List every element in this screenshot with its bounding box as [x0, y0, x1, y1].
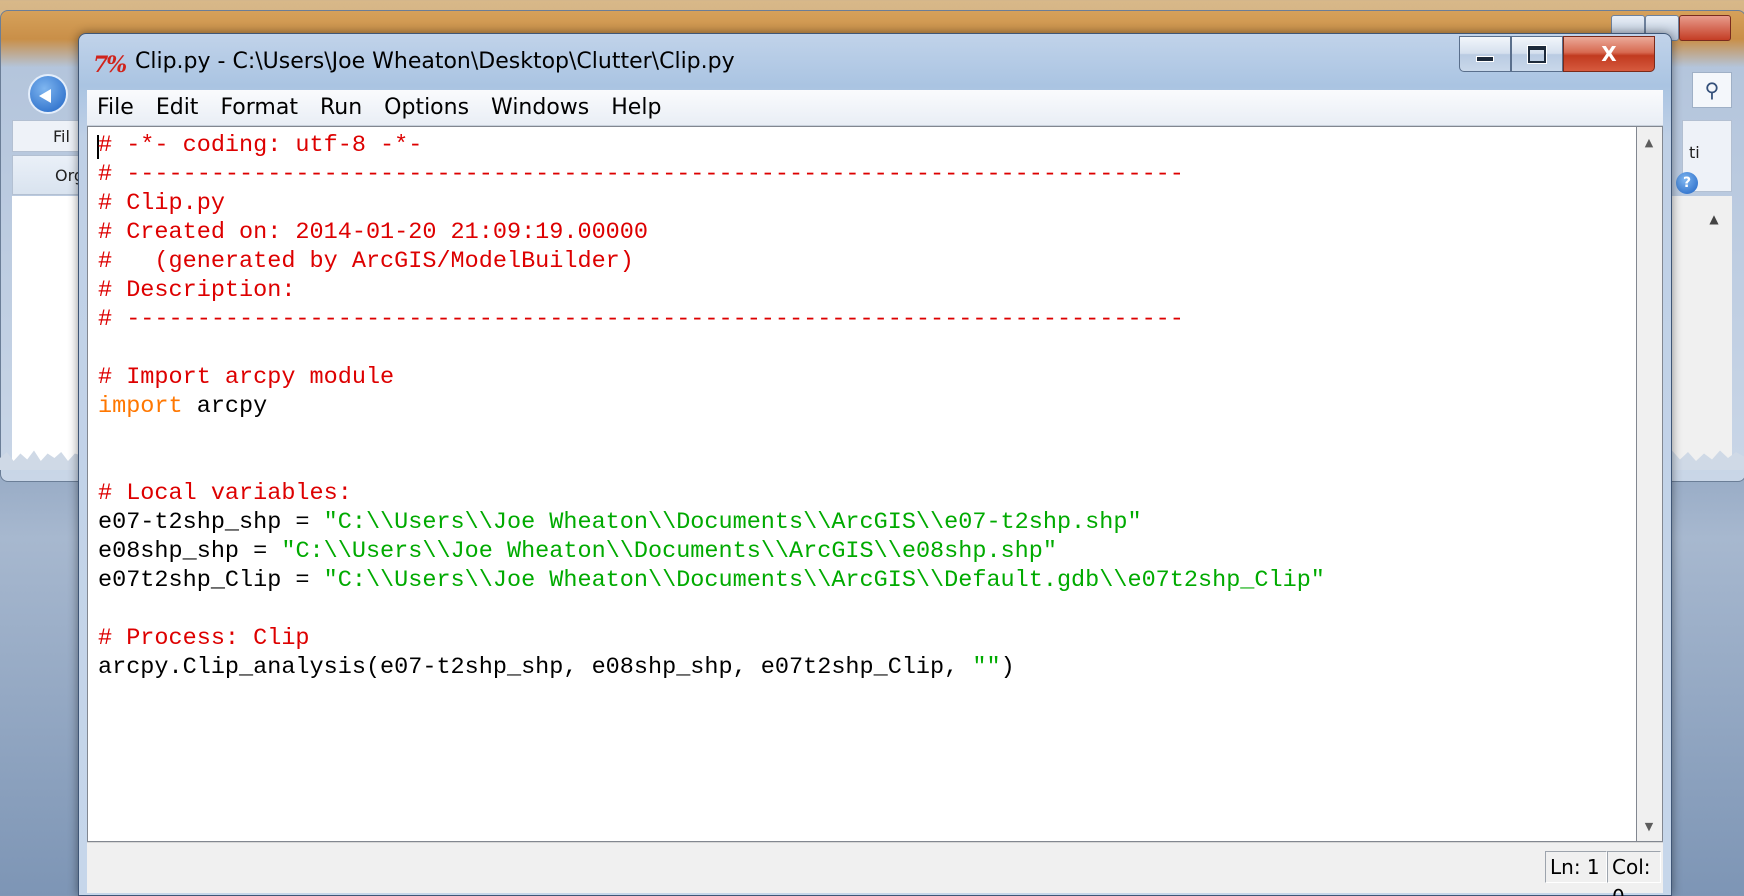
code-token-comment: # Description:: [98, 277, 296, 304]
code-token-string: "": [972, 654, 1001, 681]
minimize-button[interactable]: [1459, 36, 1511, 72]
menu-bar: File Edit Format Run Options Windows Hel…: [87, 90, 1663, 126]
code-token-plain: arcpy: [182, 393, 268, 420]
close-icon: X: [1601, 42, 1617, 66]
status-line-number: Ln: 1: [1545, 851, 1607, 883]
code-line[interactable]: [98, 450, 1325, 479]
code-line[interactable]: # -*- coding: utf-8 -*-: [98, 131, 1325, 160]
scroll-up-arrow-icon[interactable]: ▲: [1640, 131, 1658, 153]
code-token-plain: ): [1000, 654, 1015, 681]
menu-options[interactable]: Options: [384, 95, 469, 120]
code-token-string: "C:\\Users\\Joe Wheaton\\Documents\\ArcG…: [323, 567, 1325, 594]
maximize-icon: [1527, 44, 1547, 64]
code-token-string: "C:\\Users\\Joe Wheaton\\Documents\\ArcG…: [281, 538, 1057, 565]
background-help-icon[interactable]: ?: [1676, 172, 1698, 194]
code-line[interactable]: # Clip.py: [98, 189, 1325, 218]
code-token-keyword: import: [98, 393, 183, 420]
code-token-comment: # --------------------------------------…: [98, 306, 1184, 333]
code-token-comment: # --------------------------------------…: [98, 161, 1184, 188]
window-title: Clip.py - C:\Users\Joe Wheaton\Desktop\C…: [135, 49, 735, 74]
background-scroll-up-icon[interactable]: ▲: [1706, 212, 1722, 462]
background-right-pane: [1671, 196, 1732, 466]
code-line[interactable]: e07-t2shp_shp = "C:\\Users\\Joe Wheaton\…: [98, 508, 1325, 537]
idle-editor-window: 7% Clip.py - C:\Users\Joe Wheaton\Deskto…: [78, 33, 1672, 896]
code-editor[interactable]: # -*- coding: utf-8 -*- # ---------------…: [87, 126, 1637, 842]
code-line[interactable]: # --------------------------------------…: [98, 160, 1325, 189]
background-file-menu[interactable]: Fil: [12, 120, 82, 152]
status-column-number: Col: 0: [1607, 851, 1661, 896]
menu-format[interactable]: Format: [220, 95, 298, 120]
menu-file[interactable]: File: [97, 95, 134, 120]
menu-run[interactable]: Run: [320, 95, 362, 120]
menu-help[interactable]: Help: [611, 95, 661, 120]
menu-edit[interactable]: Edit: [156, 95, 199, 120]
code-line[interactable]: # Process: Clip: [98, 624, 1325, 653]
code-line[interactable]: [98, 334, 1325, 363]
code-token-comment: # Clip.py: [98, 190, 225, 217]
code-token-plain: e08shp_shp =: [98, 538, 282, 565]
code-token-comment: # Created on: 2014-01-20 21:09:19.00000: [98, 219, 648, 246]
code-line[interactable]: e07t2shp_Clip = "C:\\Users\\Joe Wheaton\…: [98, 566, 1325, 595]
code-line[interactable]: import arcpy: [98, 392, 1325, 421]
code-line[interactable]: [98, 595, 1325, 624]
code-line[interactable]: # Created on: 2014-01-20 21:09:19.00000: [98, 218, 1325, 247]
idle-tk-icon[interactable]: 7%: [93, 52, 127, 78]
code-line[interactable]: # (generated by ArcGIS/ModelBuilder): [98, 247, 1325, 276]
code-line[interactable]: arcpy.Clip_analysis(e07-t2shp_shp, e08sh…: [98, 653, 1325, 682]
title-bar[interactable]: 7% Clip.py - C:\Users\Joe Wheaton\Deskto…: [79, 34, 1671, 94]
code-token-plain: e07t2shp_Clip =: [98, 567, 324, 594]
maximize-button[interactable]: [1511, 36, 1563, 72]
code-line[interactable]: e08shp_shp = "C:\\Users\\Joe Wheaton\\Do…: [98, 537, 1325, 566]
code-token-comment: # Import arcpy module: [98, 364, 395, 391]
code-text[interactable]: # -*- coding: utf-8 -*- # ---------------…: [98, 131, 1325, 682]
code-line[interactable]: [98, 421, 1325, 450]
code-line[interactable]: # Local variables:: [98, 479, 1325, 508]
scroll-down-arrow-icon[interactable]: ▼: [1640, 815, 1658, 837]
code-token-plain: arcpy.Clip_analysis(e07-t2shp_shp, e08sh…: [98, 654, 973, 681]
vertical-scrollbar[interactable]: ▲ ▼: [1637, 126, 1663, 842]
status-bar: Ln: 1 Col: 0: [87, 842, 1663, 896]
code-token-comment: # Local variables:: [98, 480, 352, 507]
code-token-plain: e07-t2shp_shp =: [98, 509, 324, 536]
close-button[interactable]: X: [1563, 36, 1655, 72]
code-line[interactable]: # Description:: [98, 276, 1325, 305]
code-token-comment: # -*- coding: utf-8 -*-: [98, 132, 423, 159]
code-token-comment: # Process: Clip: [98, 625, 310, 652]
minimize-icon: [1476, 56, 1494, 62]
back-arrow-icon[interactable]: [28, 74, 68, 114]
menu-windows[interactable]: Windows: [491, 95, 589, 120]
background-organize-button[interactable]: Org: [12, 155, 84, 195]
background-navigation-pane: [12, 196, 82, 466]
code-line[interactable]: # --------------------------------------…: [98, 305, 1325, 334]
window-controls: X: [1459, 36, 1655, 72]
background-close-button[interactable]: [1679, 15, 1731, 41]
background-search-icon[interactable]: ⚲: [1692, 72, 1732, 108]
code-token-string: "C:\\Users\\Joe Wheaton\\Documents\\ArcG…: [323, 509, 1142, 536]
code-token-comment: # (generated by ArcGIS/ModelBuilder): [98, 248, 634, 275]
code-line[interactable]: # Import arcpy module: [98, 363, 1325, 392]
